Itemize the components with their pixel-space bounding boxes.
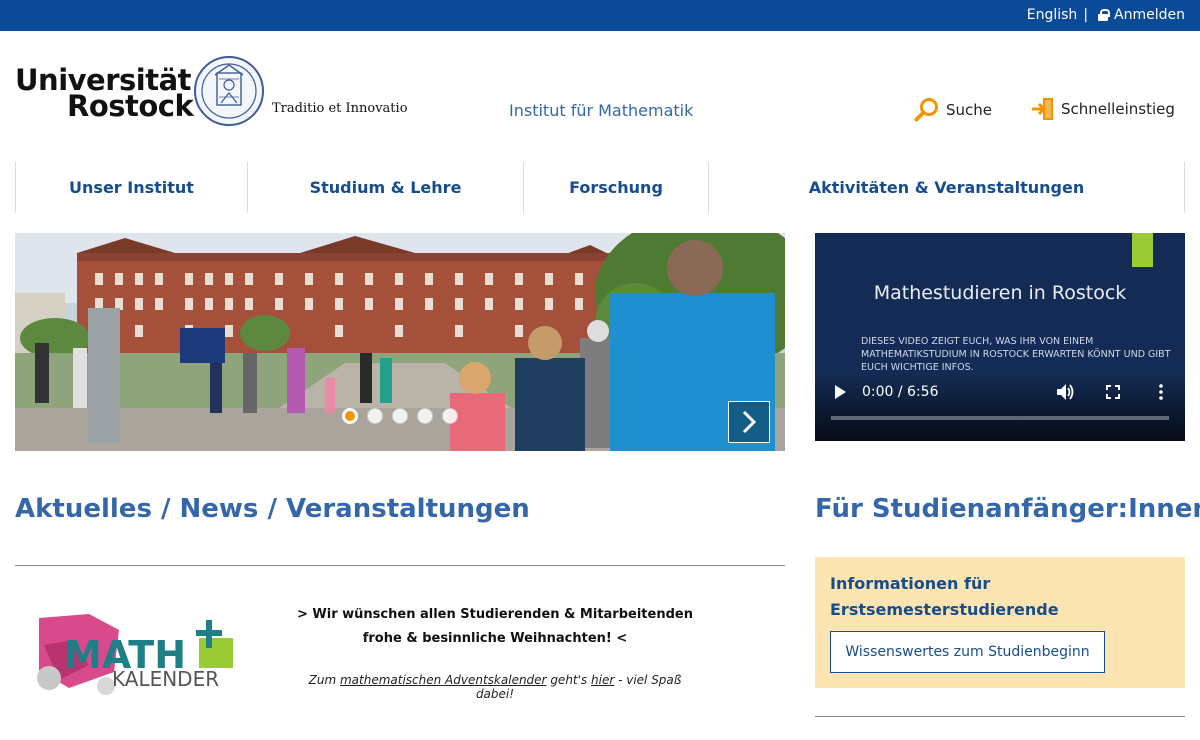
video-time: 0:00 / 6:56: [862, 384, 939, 400]
slider-next-button[interactable]: [728, 401, 770, 443]
video-accent-bar: [1132, 233, 1153, 267]
university-logo[interactable]: Universität Rostock Traditio et Innovati…: [15, 55, 408, 130]
greeting-line2: frohe & besinnliche Weihnachten! <: [362, 631, 628, 646]
video-player[interactable]: Mathestudieren in Rostock Dieses Video z…: [815, 233, 1185, 441]
news-divider: [15, 565, 785, 566]
nav-item-research[interactable]: Forschung: [524, 162, 709, 213]
nav-item-institute[interactable]: Unser Institut: [16, 162, 248, 213]
nav-item-activities[interactable]: Aktivitäten & Veranstaltungen: [709, 162, 1185, 213]
fullscreen-icon[interactable]: [1106, 385, 1120, 399]
video-progress-bar[interactable]: [831, 416, 1169, 420]
study-start-button[interactable]: Wissenswertes zum Studienbeginn: [830, 631, 1105, 673]
top-bar-separator: |: [1083, 7, 1089, 23]
top-bar-links: English | Anmelden: [1027, 7, 1185, 23]
quick-access-button[interactable]: Schnelleinstieg: [1031, 97, 1175, 121]
christmas-greeting: > Wir wünschen allen Studierenden & Mita…: [295, 603, 695, 651]
search-button[interactable]: Suche: [914, 97, 992, 123]
main-navigation: Unser Institut Studium & Lehre Forschung…: [15, 162, 1185, 213]
quick-access-label: Schnelleinstieg: [1061, 100, 1175, 118]
advent-calendar-text: Zum mathematischen Adventskalender geht'…: [295, 673, 695, 701]
slider-dot-2[interactable]: [367, 408, 383, 424]
slider-dots: [342, 408, 458, 424]
lock-icon: [1098, 9, 1111, 21]
slider-dot-5[interactable]: [442, 408, 458, 424]
more-options-icon[interactable]: [1158, 384, 1164, 400]
freshmen-info-box: Informationen für Erstsemesterstudierend…: [815, 557, 1185, 688]
advent-here-link[interactable]: hier: [591, 673, 614, 687]
enter-icon: [1032, 98, 1053, 120]
slider-dot-3[interactable]: [392, 408, 408, 424]
advent-middle: geht's: [546, 673, 591, 687]
institute-name[interactable]: Institut für Mathematik: [509, 101, 693, 120]
search-icon: [914, 98, 938, 122]
slider-dot-4[interactable]: [417, 408, 433, 424]
video-subtitle: Dieses Video zeigt euch, was ihr von ein…: [861, 336, 1171, 373]
logo-line2: Rostock: [67, 89, 194, 123]
nav-item-studies[interactable]: Studium & Lehre: [248, 162, 524, 213]
freshmen-divider: [815, 716, 1185, 717]
language-link[interactable]: English: [1027, 7, 1078, 23]
slider-dot-1[interactable]: [342, 408, 358, 424]
image-slider[interactable]: [15, 233, 785, 451]
university-seal-icon: [194, 56, 264, 126]
news-heading: Aktuelles / News / Veranstaltungen: [15, 494, 530, 524]
math-logo-bottom: KALENDER: [112, 667, 219, 691]
play-icon[interactable]: [833, 384, 847, 400]
math-calendar-logo[interactable]: MATH KALENDER: [34, 610, 239, 700]
login-link[interactable]: Anmelden: [1114, 7, 1185, 23]
advent-prefix: Zum: [308, 673, 340, 687]
chevron-right-icon: [742, 410, 757, 434]
video-title: Mathestudieren in Rostock: [873, 282, 1127, 304]
freshmen-info-title: Informationen für Erstsemesterstudierend…: [830, 574, 1059, 619]
freshmen-heading: Für Studienanfänger:Innen: [815, 494, 1200, 524]
logo-tagline: Traditio et Innovatio: [272, 101, 408, 116]
volume-icon[interactable]: [1056, 383, 1074, 401]
advent-calendar-link[interactable]: mathematischen Adventskalender: [340, 673, 547, 687]
video-controls: 0:00 / 6:56: [815, 373, 1185, 441]
top-bar: English | Anmelden: [0, 0, 1200, 31]
greeting-line1: > Wir wünschen allen Studierenden & Mita…: [297, 607, 693, 622]
search-label: Suche: [946, 101, 993, 119]
